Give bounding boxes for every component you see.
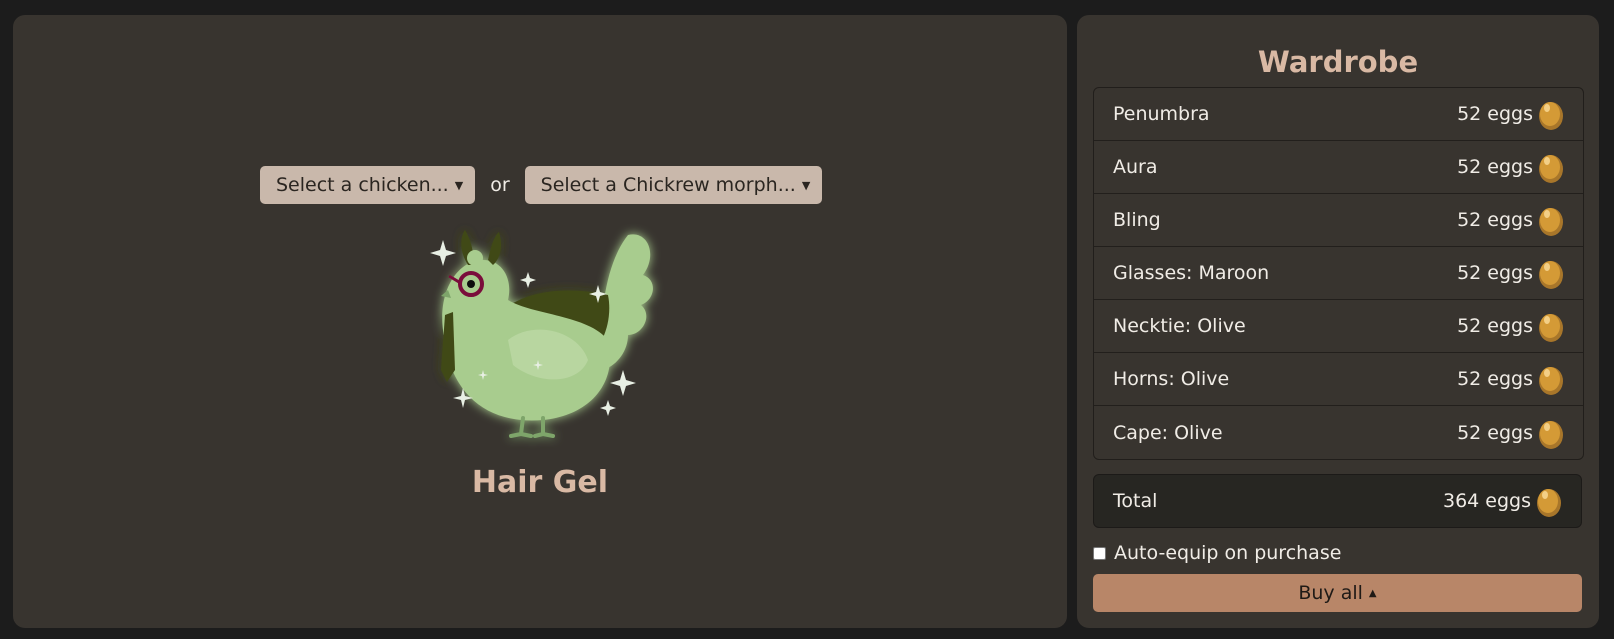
chicken-image xyxy=(413,220,683,460)
list-item[interactable]: Penumbra 52 eggs xyxy=(1094,88,1583,141)
chicken-select-dropdown[interactable]: Select a chicken... ▼ xyxy=(260,166,476,204)
egg-icon xyxy=(1537,489,1561,517)
item-price: 52 eggs xyxy=(1457,416,1565,450)
or-text: or xyxy=(490,174,510,196)
list-item[interactable]: Bling 52 eggs xyxy=(1094,194,1583,247)
total-price: 364 eggs xyxy=(1443,484,1563,518)
item-price: 52 eggs xyxy=(1457,309,1565,343)
morph-select-label: Select a Chickrew morph... xyxy=(540,174,796,196)
total-price-text: 364 eggs xyxy=(1442,490,1531,512)
egg-icon xyxy=(1539,367,1563,395)
list-item[interactable]: Glasses: Maroon 52 eggs xyxy=(1094,247,1583,300)
buy-all-label: Buy all xyxy=(1298,582,1363,604)
egg-icon xyxy=(1539,102,1563,130)
wardrobe-panel: Wardrobe Penumbra 52 eggs Aura 52 eggs B… xyxy=(1077,15,1599,628)
item-price-text: 52 eggs xyxy=(1457,103,1533,125)
item-name: Bling xyxy=(1113,209,1161,231)
list-item[interactable]: Aura 52 eggs xyxy=(1094,141,1583,194)
item-name: Cape: Olive xyxy=(1113,421,1223,444)
item-price-text: 52 eggs xyxy=(1457,315,1533,337)
item-name: Necktie: Olive xyxy=(1113,315,1246,337)
egg-icon xyxy=(1539,155,1563,183)
egg-icon xyxy=(1539,420,1563,449)
item-price: 52 eggs xyxy=(1457,150,1565,184)
total-row: Total 364 eggs xyxy=(1093,474,1582,528)
caret-up-icon: ▲ xyxy=(1368,587,1377,599)
item-price: 52 eggs xyxy=(1457,97,1565,131)
auto-equip-label: Auto-equip on purchase xyxy=(1114,542,1342,564)
item-price-text: 52 eggs xyxy=(1457,262,1533,284)
wardrobe-title: Wardrobe xyxy=(1257,45,1419,79)
list-item[interactable]: Cape: Olive 52 eggs xyxy=(1094,406,1583,459)
item-name: Horns: Olive xyxy=(1113,368,1230,390)
chicken-preview-panel: Select a chicken... ▼ or Select a Chickr… xyxy=(13,15,1067,628)
egg-icon xyxy=(1539,314,1563,342)
item-name: Penumbra xyxy=(1113,103,1210,125)
chicken-name: Hair Gel xyxy=(471,465,609,500)
auto-equip-checkbox[interactable] xyxy=(1093,546,1106,560)
auto-equip-option[interactable]: Auto-equip on purchase xyxy=(1093,542,1341,564)
item-price: 52 eggs xyxy=(1457,203,1565,237)
item-price: 52 eggs xyxy=(1457,362,1565,396)
item-price-text: 52 eggs xyxy=(1457,156,1533,178)
list-item[interactable]: Necktie: Olive 52 eggs xyxy=(1094,300,1583,353)
item-price-text: 52 eggs xyxy=(1457,421,1533,444)
item-price-text: 52 eggs xyxy=(1457,368,1533,390)
list-item[interactable]: Horns: Olive 52 eggs xyxy=(1094,353,1583,406)
wardrobe-item-list: Penumbra 52 eggs Aura 52 eggs Bling 52 e… xyxy=(1093,87,1584,460)
item-name: Aura xyxy=(1113,156,1158,178)
chicken-select-label: Select a chicken... xyxy=(276,174,449,196)
caret-down-icon: ▼ xyxy=(801,178,811,192)
morph-select-dropdown[interactable]: Select a Chickrew morph... ▼ xyxy=(524,166,823,204)
egg-icon xyxy=(1539,261,1563,289)
item-name: Glasses: Maroon xyxy=(1113,262,1270,284)
egg-icon xyxy=(1539,208,1563,236)
total-label: Total xyxy=(1113,490,1158,512)
caret-down-icon: ▼ xyxy=(454,178,464,192)
item-price-text: 52 eggs xyxy=(1457,209,1533,231)
item-price: 52 eggs xyxy=(1457,256,1565,290)
selector-row: Select a chicken... ▼ or Select a Chickr… xyxy=(260,166,823,204)
buy-all-button[interactable]: Buy all ▲ xyxy=(1093,574,1582,612)
